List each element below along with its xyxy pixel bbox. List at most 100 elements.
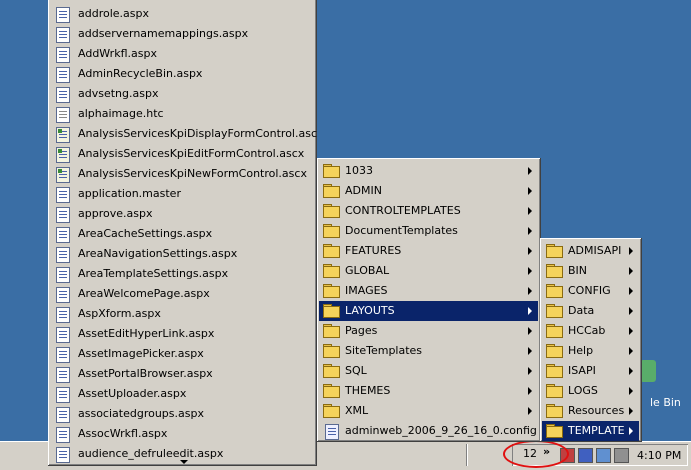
file-item-addwrkfl-aspx[interactable]: AddWrkfl.aspx (50, 44, 315, 64)
file-item-areawelcomepage-aspx[interactable]: AreaWelcomePage.aspx (50, 284, 315, 304)
file-item-assetuploader-aspx[interactable]: AssetUploader.aspx (50, 384, 315, 404)
folder-item-themes[interactable]: THEMES (319, 381, 538, 401)
folder-item-controltemplates[interactable]: CONTROLTEMPLATES (319, 201, 538, 221)
submenu-arrow-icon (528, 167, 532, 175)
folder-item-label: 1033 (345, 164, 373, 177)
recycle-bin-icon[interactable] (640, 360, 656, 382)
folder-icon (546, 264, 563, 278)
folder-item-global[interactable]: GLOBAL (319, 261, 538, 281)
folder-icon (323, 244, 340, 258)
folder-item-adminweb-2006-9-26-16-0-config[interactable]: adminweb_2006_9_26_16_0.config (319, 421, 538, 441)
submenu-arrow-icon (528, 387, 532, 395)
file-item-adminrecyclebin-aspx[interactable]: AdminRecycleBin.aspx (50, 64, 315, 84)
aspx-file-icon (56, 67, 70, 83)
submenu-arrow-icon (528, 327, 532, 335)
file-item-label: AreaTemplateSettings.aspx (78, 267, 229, 280)
file-item-label: AssocWrkfl.aspx (78, 427, 168, 440)
subfolder-item-admisapi[interactable]: ADMISAPI (542, 241, 639, 261)
file-item-assetimagepicker-aspx[interactable]: AssetImagePicker.aspx (50, 344, 315, 364)
file-item-label: addrole.aspx (78, 7, 150, 20)
folder-icon (546, 284, 563, 298)
htc-file-icon (56, 107, 70, 123)
taskbar-clock[interactable]: 4:10 PM (637, 449, 681, 462)
file-item-assetportalbrowser-aspx[interactable]: AssetPortalBrowser.aspx (50, 364, 315, 384)
file-item-label: addservernamemappings.aspx (78, 27, 249, 40)
folder-item-xml[interactable]: XML (319, 401, 538, 421)
folder-item-label: Pages (345, 324, 378, 337)
subfolder-item-resources[interactable]: Resources (542, 401, 639, 421)
subfolder-item-help[interactable]: Help (542, 341, 639, 361)
submenu-arrow-icon (629, 267, 633, 275)
aspx-file-icon (56, 227, 70, 243)
aspx-file-icon (56, 7, 70, 23)
file-item-alphaimage-htc[interactable]: alphaimage.htc (50, 104, 315, 124)
file-item-application-master[interactable]: application.master (50, 184, 315, 204)
folder-item-label: FEATURES (345, 244, 402, 257)
folder-icon (323, 204, 340, 218)
subfolder-item-label: Help (568, 344, 594, 357)
folder-item-sql[interactable]: SQL (319, 361, 538, 381)
subfolder-item-bin[interactable]: BIN (542, 261, 639, 281)
submenu-arrow-icon (629, 347, 633, 355)
submenu-arrow-icon (528, 287, 532, 295)
file-item-analysisserviceskpieditformcontrol-ascx[interactable]: AnalysisServicesKpiEditFormControl.ascx (50, 144, 315, 164)
submenu-arrow-icon (629, 427, 633, 435)
taskbar-separator (466, 444, 468, 466)
folder-item-label: THEMES (345, 384, 391, 397)
file-item-areacachesettings-aspx[interactable]: AreaCacheSettings.aspx (50, 224, 315, 244)
file-item-approve-aspx[interactable]: approve.aspx (50, 204, 315, 224)
file-item-analysisserviceskpidisplayformcontrol-ascx[interactable]: AnalysisServicesKpiDisplayFormControl.as… (50, 124, 317, 144)
folder-item-documenttemplates[interactable]: DocumentTemplates (319, 221, 538, 241)
file-item-areatemplatesettings-aspx[interactable]: AreaTemplateSettings.aspx (50, 264, 315, 284)
subfolder-item-data[interactable]: Data (542, 301, 639, 321)
aspx-file-icon (56, 87, 70, 103)
submenu-arrow-icon (528, 227, 532, 235)
file-item-analysisserviceskpinewformcontrol-ascx[interactable]: AnalysisServicesKpiNewFormControl.ascx (50, 164, 315, 184)
folder-item-layouts[interactable]: LAYOUTS (319, 301, 538, 321)
folder-item-admin[interactable]: ADMIN (319, 181, 538, 201)
recycle-bin-label[interactable]: le Bin (650, 396, 681, 409)
submenu-arrow-icon (629, 327, 633, 335)
subfolder-item-config[interactable]: CONFIG (542, 281, 639, 301)
folder-icon (323, 384, 340, 398)
aspx-file-icon (56, 27, 70, 43)
folder-icon (323, 264, 340, 278)
tray-shield-icon[interactable] (578, 448, 593, 463)
submenu-arrow-icon (528, 407, 532, 415)
file-item-label: AssetImagePicker.aspx (78, 347, 204, 360)
file-item-label: AddWrkfl.aspx (78, 47, 157, 60)
tray-speaker-icon[interactable] (614, 448, 629, 463)
tray-network-icon[interactable] (596, 448, 611, 463)
folder-item-label: CONTROLTEMPLATES (345, 204, 461, 217)
folder-item-1033[interactable]: 1033 (319, 161, 538, 181)
subfolder-item-isapi[interactable]: ISAPI (542, 361, 639, 381)
file-item-areanavigationsettings-aspx[interactable]: AreaNavigationSettings.aspx (50, 244, 315, 264)
file-item-addservernamemappings-aspx[interactable]: addservernamemappings.aspx (50, 24, 315, 44)
submenu-arrow-icon (629, 307, 633, 315)
subfolder-item-label: CONFIG (568, 284, 611, 297)
file-item-aspxform-aspx[interactable]: AspXform.aspx (50, 304, 315, 324)
menu-scroll-down-arrow-icon[interactable] (180, 460, 188, 464)
subfolder-item-label: HCCab (568, 324, 606, 337)
file-item-associatedgroups-aspx[interactable]: associatedgroups.aspx (50, 404, 315, 424)
file-list-menu: addrole.aspx addservernamemappings.aspx Ad… (48, 0, 317, 466)
subfolder-item-logs[interactable]: LOGS (542, 381, 639, 401)
subfolder-item-template[interactable]: TEMPLATE (542, 421, 639, 441)
submenu-arrow-icon (629, 247, 633, 255)
subfolder-item-label: Resources (568, 404, 625, 417)
folder-item-sitetemplates[interactable]: SiteTemplates (319, 341, 538, 361)
folder-item-pages[interactable]: Pages (319, 321, 538, 341)
folder-item-images[interactable]: IMAGES (319, 281, 538, 301)
file-item-assetedithyperlink-aspx[interactable]: AssetEditHyperLink.aspx (50, 324, 315, 344)
file-item-label: AdminRecycleBin.aspx (78, 67, 203, 80)
file-item-label: application.master (78, 187, 181, 200)
file-item-advsetng-aspx[interactable]: advsetng.aspx (50, 84, 315, 104)
folder-item-label: XML (345, 404, 369, 417)
file-item-label: associatedgroups.aspx (78, 407, 204, 420)
subfolder-item-hccab[interactable]: HCCab (542, 321, 639, 341)
folder-item-features[interactable]: FEATURES (319, 241, 538, 261)
submenu-arrow-icon (528, 307, 532, 315)
file-item-assocwrkfl-aspx[interactable]: AssocWrkfl.aspx (50, 424, 315, 444)
folder-icon (323, 164, 340, 178)
file-item-addrole-aspx[interactable]: addrole.aspx (50, 4, 315, 24)
